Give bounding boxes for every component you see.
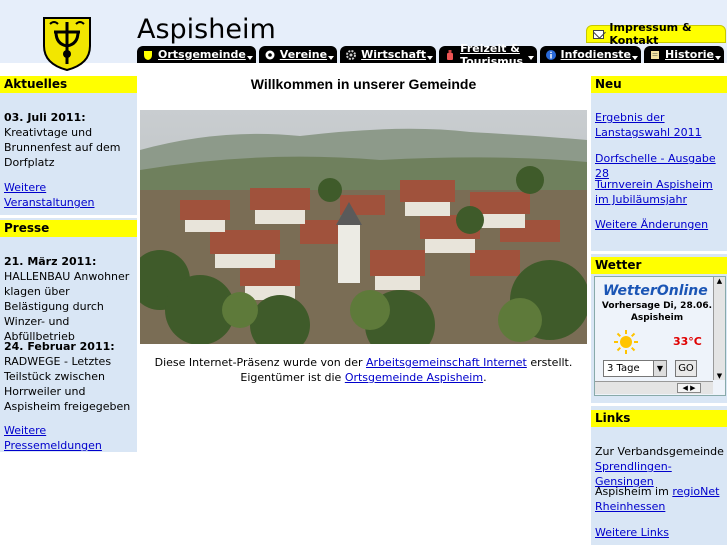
tab-label: Ortsgemeinde bbox=[158, 48, 246, 61]
impressum-label: Impressum & Kontakt bbox=[609, 21, 692, 47]
village-photo bbox=[140, 110, 587, 344]
presse-text: HALLENBAU Anwohner klagen über Belästigu… bbox=[4, 270, 130, 343]
impressum-button[interactable]: Impressum & Kontakt bbox=[586, 21, 726, 47]
rheinhessen-link[interactable]: Rheinhessen bbox=[595, 500, 665, 513]
presse-item: 24. Februar 2011: RADWEGE - Letztes Teil… bbox=[4, 339, 134, 414]
info-icon bbox=[545, 49, 556, 60]
weather-go-button[interactable]: GO bbox=[675, 360, 697, 377]
scroll-icon bbox=[650, 50, 660, 60]
football-icon bbox=[265, 50, 275, 60]
links-regionet: Aspisheim im regioNet Rheinhessen bbox=[595, 484, 725, 514]
presse-date: 21. März 2011: bbox=[4, 255, 97, 268]
bottle-icon bbox=[445, 49, 455, 60]
weitere-links-link[interactable]: Weitere Links bbox=[595, 525, 669, 540]
divider bbox=[0, 215, 137, 218]
aktuelles-text: Kreativtage und Brunnenfest auf dem Dorf… bbox=[4, 126, 121, 169]
tab-label: Infodienste bbox=[560, 48, 631, 61]
presse-date: 24. Februar 2011: bbox=[4, 340, 115, 353]
weitere-aenderungen-link[interactable]: Weitere Änderungen bbox=[595, 217, 708, 232]
tab-infodienste[interactable]: Infodienste bbox=[539, 46, 641, 63]
neu-link-wahl[interactable]: Ergebnis der Lanstagswahl 2011 bbox=[595, 110, 723, 140]
weather-place: Aspisheim bbox=[630, 313, 684, 323]
links-text: Zur Verbandsgemeinde bbox=[595, 445, 724, 458]
weather-panel: WetterOnline Vorhersage Di, 28.06. Aspis… bbox=[595, 277, 713, 380]
caption-text: Diese Internet-Präsenz wurde von der bbox=[154, 356, 367, 369]
header: Aspisheim Impressum & Kontakt Ortsgemein… bbox=[0, 0, 727, 71]
chevron-down-icon[interactable]: ▼ bbox=[653, 361, 666, 376]
weitere-pressemeldungen-link[interactable]: Weitere Pressemeldungen bbox=[4, 423, 137, 453]
tab-freizeit[interactable]: Freizeit & Tourismus bbox=[439, 42, 537, 68]
divider bbox=[591, 251, 727, 254]
tab-historie[interactable]: Historie bbox=[644, 46, 724, 63]
regionet-link[interactable]: regioNet bbox=[672, 485, 719, 498]
sun-icon bbox=[614, 330, 638, 354]
links-text: Aspisheim im bbox=[595, 485, 673, 498]
scroll-arrows-icon[interactable]: ◀ ▶ bbox=[677, 383, 701, 393]
left-sidebar: Aktuelles 03. Juli 2011: Kreativtage und… bbox=[0, 76, 137, 452]
crest-icon bbox=[143, 50, 153, 60]
aktuelles-heading: Aktuelles bbox=[0, 76, 137, 93]
tab-label: Vereine bbox=[279, 48, 328, 61]
scroll-up-icon[interactable]: ▲ bbox=[714, 277, 725, 285]
site-title: Aspisheim bbox=[137, 14, 276, 45]
main-nav: Ortsgemeinde Vereine Wirtschaft Freizeit… bbox=[137, 42, 727, 68]
days-select[interactable]: 3 Tage ▼ bbox=[603, 360, 667, 377]
right-sidebar: Neu Ergebnis der Lanstagswahl 2011 Dorfs… bbox=[591, 76, 727, 545]
neu-link-turnverein[interactable]: Turnverein Aspisheim im Jubiläumsjahr bbox=[595, 177, 723, 207]
divider bbox=[591, 403, 727, 406]
wetter-heading: Wetter bbox=[591, 257, 727, 274]
weather-temperature: 33°C bbox=[673, 335, 702, 348]
presse-item: 21. März 2011: HALLENBAU Anwohner klagen… bbox=[4, 254, 134, 344]
ortsgemeinde-link[interactable]: Ortsgemeinde Aspisheim bbox=[345, 371, 483, 384]
caption-text: Eigentümer ist die bbox=[240, 371, 345, 384]
footer-caption: Diese Internet-Präsenz wurde von der Arb… bbox=[140, 355, 587, 385]
aktuelles-item: 03. Juli 2011: Kreativtage und Brunnenfe… bbox=[4, 110, 134, 170]
scroll-down-icon[interactable]: ▼ bbox=[714, 372, 725, 380]
crest-logo[interactable] bbox=[42, 16, 92, 71]
presse-heading: Presse bbox=[0, 220, 137, 237]
links-verbandsgemeinde: Zur Verbandsgemeinde Sprendlingen-Gensin… bbox=[595, 444, 725, 489]
tab-wirtschaft[interactable]: Wirtschaft bbox=[340, 46, 437, 63]
caption-text: erstellt. bbox=[526, 356, 573, 369]
wetteronline-logo[interactable]: WetterOnline bbox=[603, 283, 708, 299]
aktuelles-date: 03. Juli 2011: bbox=[4, 111, 86, 124]
weather-forecast: Vorhersage Di, 28.06. bbox=[601, 301, 713, 311]
presse-text: RADWEGE - Letztes Teilstück zwischen Hor… bbox=[4, 355, 131, 413]
days-select-value: 3 Tage bbox=[607, 363, 640, 374]
tab-ortsgemeinde[interactable]: Ortsgemeinde bbox=[137, 46, 256, 63]
weather-hscrollbar[interactable]: ◀ ▶ bbox=[595, 381, 713, 394]
caption-text: . bbox=[483, 371, 487, 384]
weitere-veranstaltungen-link[interactable]: Weitere Veranstaltungen bbox=[4, 180, 137, 210]
tab-label: Freizeit & Tourismus bbox=[460, 41, 524, 68]
tab-label: Historie bbox=[665, 48, 714, 61]
tab-vereine[interactable]: Vereine bbox=[258, 46, 338, 63]
envelope-icon bbox=[593, 29, 605, 39]
neu-heading: Neu bbox=[591, 76, 727, 93]
weather-vscrollbar[interactable]: ▲ ▼ bbox=[713, 277, 725, 380]
tab-label: Wirtschaft bbox=[361, 48, 427, 61]
gear-icon bbox=[346, 49, 357, 60]
arge-internet-link[interactable]: Arbeitsgemeinschaft Internet bbox=[366, 356, 527, 369]
weather-widget: WetterOnline Vorhersage Di, 28.06. Aspis… bbox=[594, 276, 726, 396]
page-title: Willkommen in unserer Gemeinde bbox=[250, 76, 477, 92]
links-heading: Links bbox=[591, 410, 727, 427]
